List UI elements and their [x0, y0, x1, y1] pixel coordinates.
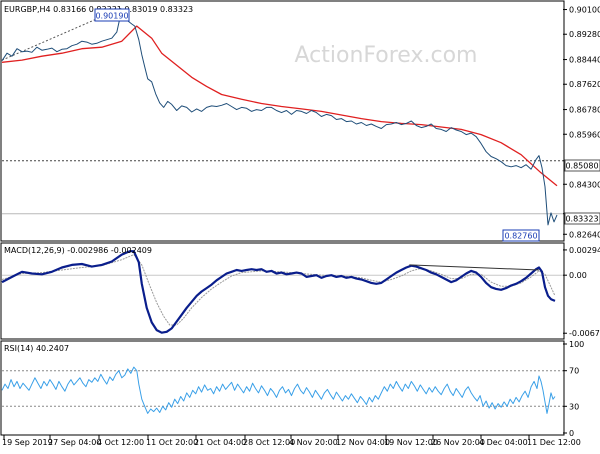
macd-ytick-label: 0.00 — [569, 271, 587, 280]
xtick-label: 28 Oct 12:00 — [243, 438, 295, 447]
price-ytick-label: 0.87620 — [569, 80, 600, 89]
xtick-label: 27 Sep 04:00 — [48, 438, 101, 447]
level-annotation: 0.85080 — [564, 159, 600, 172]
price-ytick-label: 0.84300 — [569, 180, 600, 189]
price-ytick-label: 0.85960 — [569, 130, 600, 139]
xtick-label: 4 Nov 20:00 — [289, 438, 338, 447]
low-label: 0.82760 — [504, 232, 537, 241]
x-axis-ticks: 19 Sep 201927 Sep 04:004 Oct 12:00 11 Oct… — [2, 435, 581, 447]
rsi-title: RSI(14) 40.2407 — [4, 344, 69, 353]
rsi-ytick-label: 100 — [569, 340, 584, 349]
last-price-annotation: 0.83323 — [564, 212, 600, 225]
xtick-label: 4 Dec 04:00 — [479, 438, 528, 447]
price-ytick-label: 0.86780 — [569, 106, 600, 115]
price-panel-frame — [0, 0, 565, 242]
rsi-ytick-label: 0 — [569, 429, 574, 438]
last-price-label: 0.83323 — [565, 215, 598, 224]
price-ytick-label: 0.82640 — [569, 230, 600, 239]
rsi-ytick-label: 70 — [569, 367, 579, 376]
rsi-panel-frame — [0, 340, 565, 436]
xtick-label: 11 Oct 20:00 — [146, 438, 198, 447]
xtick-label: 4 Oct 12:00 — [97, 438, 144, 447]
price-ytick-label: 0.90100 — [569, 6, 600, 15]
eurgbp-chart: ActionForex.com 0.90100 0.89280 0.88440 0.8… — [0, 0, 600, 450]
price-ytick-label: 0.88440 — [569, 56, 600, 65]
xtick-label: 26 Nov 20:00 — [431, 438, 485, 447]
price-ytick-label: 0.89280 — [569, 30, 600, 39]
macd-panel-frame — [0, 242, 565, 340]
xtick-label: 11 Dec 12:00 — [527, 438, 581, 447]
low-annotation: 0.82760 — [502, 229, 540, 242]
xtick-label: 21 Oct 04:00 — [194, 438, 246, 447]
high-annotation: 0.90190 — [94, 8, 130, 22]
macd-ytick-label: 0.002942 — [569, 246, 600, 255]
chart-canvas: ActionForex.com 0.90100 0.89280 0.88440 0.8… — [0, 0, 600, 447]
xtick-label: 12 Nov 04:00 — [336, 438, 390, 447]
xtick-label: 19 Nov 12:00 — [384, 438, 438, 447]
macd-yticks: 0.002942 0.00 -0.006761 — [563, 246, 600, 338]
high-label: 0.90190 — [95, 12, 128, 21]
rsi-yticks: 100 70 30 0 — [563, 340, 584, 438]
macd-title: MACD(12,26,9) -0.002986 -0.002409 — [4, 246, 152, 255]
rsi-ytick-label: 30 — [569, 402, 579, 411]
macd-ytick-label: -0.006761 — [569, 329, 600, 338]
xtick-label: 19 Sep 2019 — [2, 438, 53, 447]
level-label: 0.85080 — [565, 162, 598, 171]
watermark: ActionForex.com — [295, 43, 478, 68]
price-yticks: 0.90100 0.89280 0.88440 0.87620 0.86780 0.859… — [563, 6, 600, 239]
